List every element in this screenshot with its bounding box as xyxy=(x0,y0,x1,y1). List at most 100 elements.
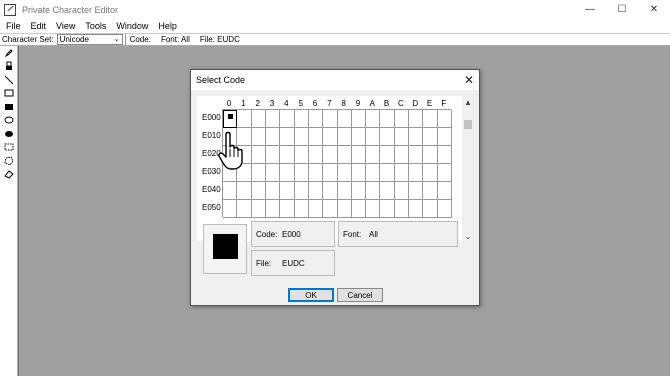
grid-scrollbar[interactable]: ▲ ⌄ xyxy=(462,96,474,242)
code-cell[interactable] xyxy=(366,182,381,200)
code-cell[interactable] xyxy=(437,110,452,128)
code-cell[interactable] xyxy=(409,110,424,128)
code-cell[interactable] xyxy=(265,200,281,218)
code-cell[interactable] xyxy=(323,200,338,218)
code-cell[interactable] xyxy=(337,128,352,146)
code-cell[interactable] xyxy=(366,110,381,128)
code-cell[interactable] xyxy=(351,164,367,182)
code-cell[interactable] xyxy=(265,182,281,200)
code-cell[interactable] xyxy=(409,164,424,182)
code-cell[interactable] xyxy=(237,182,252,200)
code-cell[interactable] xyxy=(251,128,266,146)
code-cell[interactable] xyxy=(423,182,438,200)
code-cell[interactable] xyxy=(308,200,324,218)
code-cell[interactable] xyxy=(394,110,410,128)
code-cell[interactable] xyxy=(223,200,238,218)
code-cell[interactable] xyxy=(265,110,281,128)
code-cell[interactable] xyxy=(251,200,266,218)
code-cell[interactable] xyxy=(394,146,410,164)
scrollbar-thumb[interactable] xyxy=(464,120,472,129)
code-cell[interactable] xyxy=(294,146,309,164)
code-cell[interactable] xyxy=(409,128,424,146)
code-cell[interactable] xyxy=(265,146,281,164)
menu-window[interactable]: Window xyxy=(112,21,152,31)
code-cell[interactable] xyxy=(351,182,367,200)
code-cell[interactable] xyxy=(337,146,352,164)
code-cell[interactable] xyxy=(366,128,381,146)
code-cell[interactable] xyxy=(423,128,438,146)
code-cell[interactable] xyxy=(308,146,324,164)
rectangular-selection-icon[interactable] xyxy=(0,141,18,155)
close-icon[interactable]: ✕ xyxy=(464,73,474,87)
menu-view[interactable]: View xyxy=(52,21,79,31)
code-cell[interactable] xyxy=(251,164,266,182)
freeform-selection-icon[interactable] xyxy=(0,154,18,168)
code-cell[interactable] xyxy=(223,110,238,128)
code-cell[interactable] xyxy=(394,182,410,200)
code-cell[interactable] xyxy=(351,128,367,146)
menu-edit[interactable]: Edit xyxy=(27,21,51,31)
menu-tools[interactable]: Tools xyxy=(81,21,110,31)
close-button[interactable]: ✕ xyxy=(638,0,670,19)
code-cell[interactable] xyxy=(323,146,338,164)
code-cell[interactable] xyxy=(323,182,338,200)
code-cell[interactable] xyxy=(351,146,367,164)
code-cell[interactable] xyxy=(280,110,295,128)
code-cell[interactable] xyxy=(394,128,410,146)
code-cell[interactable] xyxy=(337,164,352,182)
code-cell[interactable] xyxy=(294,110,309,128)
code-cell[interactable] xyxy=(394,164,410,182)
code-cell[interactable] xyxy=(409,146,424,164)
code-cell[interactable] xyxy=(294,164,309,182)
code-cell[interactable] xyxy=(380,128,395,146)
code-cell[interactable] xyxy=(294,128,309,146)
maximize-button[interactable]: ☐ xyxy=(606,0,638,19)
code-cell[interactable] xyxy=(380,200,395,218)
code-cell[interactable] xyxy=(237,110,252,128)
code-cell[interactable] xyxy=(294,200,309,218)
menu-file[interactable]: File xyxy=(2,21,25,31)
code-cell[interactable] xyxy=(280,182,295,200)
code-cell[interactable] xyxy=(251,182,266,200)
ok-button[interactable]: OK xyxy=(288,288,334,302)
code-cell[interactable] xyxy=(423,200,438,218)
code-cell[interactable] xyxy=(308,164,324,182)
code-cell[interactable] xyxy=(437,146,452,164)
code-cell[interactable] xyxy=(308,128,324,146)
code-cell[interactable] xyxy=(423,110,438,128)
menu-help[interactable]: Help xyxy=(154,21,181,31)
code-cell[interactable] xyxy=(437,200,452,218)
code-cell[interactable] xyxy=(280,128,295,146)
chevron-down-icon[interactable]: ⌄ xyxy=(462,232,474,241)
code-cell[interactable] xyxy=(237,200,252,218)
hollow-rectangle-icon[interactable] xyxy=(0,87,18,101)
hollow-ellipse-icon[interactable] xyxy=(0,114,18,128)
code-cell[interactable] xyxy=(351,110,367,128)
code-cell[interactable] xyxy=(423,164,438,182)
minimize-button[interactable]: — xyxy=(574,0,606,19)
eraser-icon[interactable] xyxy=(0,168,18,182)
code-cell[interactable] xyxy=(251,110,266,128)
code-cell[interactable] xyxy=(351,200,367,218)
code-cell[interactable] xyxy=(294,182,309,200)
code-cell[interactable] xyxy=(337,110,352,128)
code-cell[interactable] xyxy=(380,146,395,164)
chevron-up-icon[interactable]: ▲ xyxy=(462,98,474,107)
code-cell[interactable] xyxy=(251,146,266,164)
code-cell[interactable] xyxy=(223,182,238,200)
cancel-button[interactable]: Cancel xyxy=(337,288,383,302)
code-cell[interactable] xyxy=(280,200,295,218)
code-cell[interactable] xyxy=(308,110,324,128)
code-cell[interactable] xyxy=(265,164,281,182)
code-cell[interactable] xyxy=(337,200,352,218)
code-cell[interactable] xyxy=(437,128,452,146)
code-cell[interactable] xyxy=(323,128,338,146)
code-cell[interactable] xyxy=(409,182,424,200)
code-cell[interactable] xyxy=(280,164,295,182)
code-cell[interactable] xyxy=(265,128,281,146)
code-cell[interactable] xyxy=(280,146,295,164)
line-icon[interactable] xyxy=(0,73,18,87)
pencil-icon[interactable] xyxy=(0,46,18,60)
charset-select[interactable]: Unicode ⌄ xyxy=(56,34,123,45)
code-cell[interactable] xyxy=(366,200,381,218)
